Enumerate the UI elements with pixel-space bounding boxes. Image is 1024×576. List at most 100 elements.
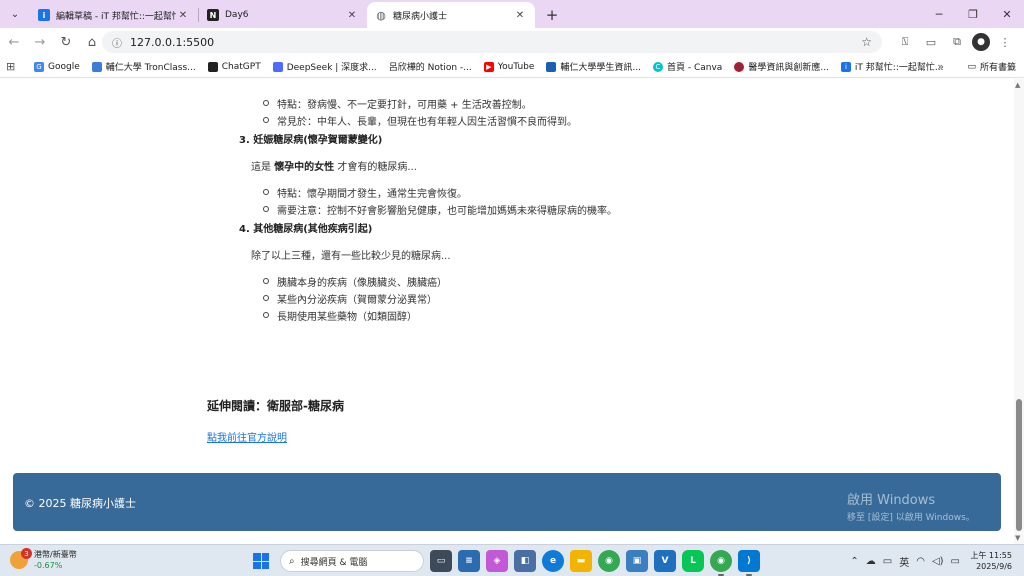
bookmark-canva[interactable]: C 首頁 - Canva <box>653 60 722 73</box>
apps-grid-icon[interactable]: ⊞ <box>6 60 20 73</box>
all-bookmarks[interactable]: ▭ 所有書籤 <box>967 60 1016 74</box>
folder-icon: ▭ <box>967 61 976 72</box>
back-icon[interactable]: ← <box>2 30 26 54</box>
device-icon[interactable]: ▭ <box>883 556 892 567</box>
remote-desktop-icon[interactable]: ▣ <box>626 550 648 572</box>
reload-icon[interactable]: ↻ <box>54 30 78 54</box>
page-viewport: 特點：發病慢、不一定要打針，可用藥 + 生活改善控制。 常見於：中年人、長輩，但… <box>0 79 1014 544</box>
globe-icon: ◍ <box>376 8 386 22</box>
google-icon: G <box>34 61 44 72</box>
bookmark-fju-student[interactable]: 輔仁大學學生資訊... <box>546 60 641 73</box>
toolbar-actions: ⍂ ▭ ⧉ ● ⋮ <box>894 32 1016 52</box>
chevron-down-icon: ⌄ <box>10 8 20 20</box>
activation-title: 啟用 Windows <box>847 493 936 508</box>
page-scrollbar[interactable]: ▲ ▼ <box>1014 79 1024 544</box>
onedrive-icon[interactable]: ☁ <box>866 556 876 567</box>
site-info-icon[interactable]: ⓘ <box>112 35 122 50</box>
cast-icon[interactable]: ▭ <box>920 32 942 52</box>
widget-label: 港幣/新臺幣 <box>34 550 77 559</box>
tab-itbang-draft[interactable]: i 編輯草稿 - iT 邦幫忙::一起幫忙解決難題 ✕ <box>30 2 198 28</box>
tronclass-icon <box>91 61 102 72</box>
scroll-down-icon[interactable]: ▼ <box>1015 534 1020 542</box>
url-text[interactable]: 127.0.0.1:5500 <box>130 36 861 49</box>
bookmark-star-icon[interactable]: ☆ <box>861 35 872 49</box>
bookmark-itbang[interactable]: i iT 邦幫忙::一起幫忙... <box>840 60 943 73</box>
app-icon[interactable]: ◧ <box>514 550 536 572</box>
bookmark-label: 輔仁大學 TronClass... <box>105 63 196 73</box>
home-icon[interactable]: ⌂ <box>80 30 104 54</box>
close-window-icon[interactable]: ✕ <box>990 0 1024 28</box>
list-item: 某些內分泌疾病（賀爾蒙分泌異常） <box>263 291 437 306</box>
it-icon: i <box>840 61 851 72</box>
it-icon: i <box>38 9 50 21</box>
bookmark-label: DeepSeek | 深度求... <box>286 63 377 73</box>
browser-toolbar: ← → ↻ ⌂ ⓘ 127.0.0.1:5500 ☆ ⍂ ▭ ⧉ ● ⋮ <box>0 28 1024 56</box>
clock-date: 2025/9/6 <box>976 562 1012 571</box>
type3-paragraph: 這是 懷孕中的女性 才會有的糖尿病... <box>251 158 417 173</box>
profile-avatar[interactable]: ● <box>972 33 990 51</box>
volume-icon[interactable]: ◁) <box>932 556 944 567</box>
bookmark-label: 首頁 - Canva <box>667 63 723 73</box>
start-button[interactable] <box>253 553 269 569</box>
vs-icon[interactable]: V <box>654 550 676 572</box>
search-placeholder: 搜尋網頁 & 電腦 <box>300 557 368 568</box>
tab-day6[interactable]: N Day6 ✕ <box>199 2 367 28</box>
translate-icon[interactable]: ⍂ <box>894 32 916 52</box>
taskbar-search[interactable]: ⌕ 搜尋網頁 & 電腦 <box>280 550 424 572</box>
chrome-icon[interactable]: ◉ <box>598 550 620 572</box>
vscode-icon[interactable]: ⟩ <box>738 550 760 576</box>
minimize-icon[interactable]: ─ <box>922 0 956 28</box>
battery-icon[interactable]: ▭ <box>951 556 960 567</box>
scroll-thumb[interactable] <box>1016 399 1022 531</box>
copilot-icon[interactable]: ◈ <box>486 550 508 572</box>
window-controls: ─ ❐ ✕ <box>922 0 1024 28</box>
bookmark-tronclass[interactable]: 輔仁大學 TronClass... <box>91 60 196 73</box>
bookmark-medical-info[interactable]: 醫學資訊與創新應... <box>734 60 829 73</box>
close-icon[interactable]: ✕ <box>345 10 359 21</box>
bookmarks-bar: ⊞ G Google 輔仁大學 TronClass... ChatGPT Deep… <box>0 56 1024 78</box>
bookmark-deepseek[interactable]: DeepSeek | 深度求... <box>272 60 377 73</box>
bookmark-label: YouTube <box>497 61 535 72</box>
more-bookmarks-icon[interactable]: » <box>937 60 944 73</box>
restore-icon[interactable]: ❐ <box>956 0 990 28</box>
bookmark-label: ChatGPT <box>221 61 261 72</box>
fju-icon <box>546 61 557 72</box>
medical-icon <box>734 61 745 72</box>
tab-diabetes-nurse[interactable]: ◍ 糖尿病小護士 ✕ <box>367 2 535 28</box>
plus-icon: + <box>545 6 559 24</box>
notepad-icon[interactable]: ≡ <box>458 550 480 572</box>
type4-paragraph: 除了以上三種，還有一些比較少見的糖尿病... <box>251 251 451 262</box>
list-item: 常見於：中年人、長輩，但現在也有年輕人因生活習慣不良而得到。 <box>263 113 577 128</box>
wifi-icon[interactable]: ◠ <box>916 556 925 567</box>
official-link[interactable]: 點我前往官方說明 <box>207 429 287 444</box>
ime-indicator[interactable]: 英 <box>899 554 909 569</box>
chevron-up-icon[interactable]: ⌃ <box>850 556 858 567</box>
system-tray: ⌃ ☁ ▭ 英 ◠ ◁) ▭ <box>850 554 960 569</box>
address-bar[interactable]: ⓘ 127.0.0.1:5500 ☆ <box>102 31 882 53</box>
bookmark-chatgpt[interactable]: ChatGPT <box>207 61 261 72</box>
tab-search-button[interactable]: ⌄ <box>6 5 24 23</box>
bookmark-youtube[interactable]: ▶ YouTube <box>483 61 535 72</box>
new-tab-button[interactable]: + <box>541 4 563 26</box>
edge-icon[interactable]: e <box>542 550 564 572</box>
forward-icon[interactable]: → <box>28 30 52 54</box>
line-icon[interactable]: L <box>682 550 704 572</box>
extensions-icon[interactable]: ⧉ <box>946 32 968 52</box>
file-explorer-icon[interactable]: ▬ <box>570 550 592 572</box>
scroll-up-icon[interactable]: ▲ <box>1015 81 1020 89</box>
system-clock[interactable]: 上午 11:55 2025/9/6 <box>970 550 1012 572</box>
widgets-button[interactable]: 3 港幣/新臺幣 -0.67% <box>10 548 77 571</box>
youtube-icon: ▶ <box>483 61 494 72</box>
list-item: 特點：懷孕期間才發生，通常生完會恢復。 <box>263 185 467 200</box>
footer-copyright: © 2025 糖尿病小護士 <box>24 497 136 510</box>
chrome-active-icon[interactable]: ◉ <box>710 550 732 576</box>
bookmark-label: Google <box>48 61 80 72</box>
close-icon[interactable]: ✕ <box>513 10 527 21</box>
bookmark-google[interactable]: G Google <box>34 61 80 72</box>
close-icon[interactable]: ✕ <box>176 10 190 21</box>
task-view-icon[interactable]: ▭ <box>430 550 452 572</box>
menu-icon[interactable]: ⋮ <box>994 32 1016 52</box>
tab-strip: ⌄ i 編輯草稿 - iT 邦幫忙::一起幫忙解決難題 ✕ N Day6 ✕ ◍… <box>0 0 1024 28</box>
deepseek-icon <box>272 61 283 72</box>
bookmark-notion[interactable]: 呂欣樺的 Notion -... <box>389 60 472 73</box>
